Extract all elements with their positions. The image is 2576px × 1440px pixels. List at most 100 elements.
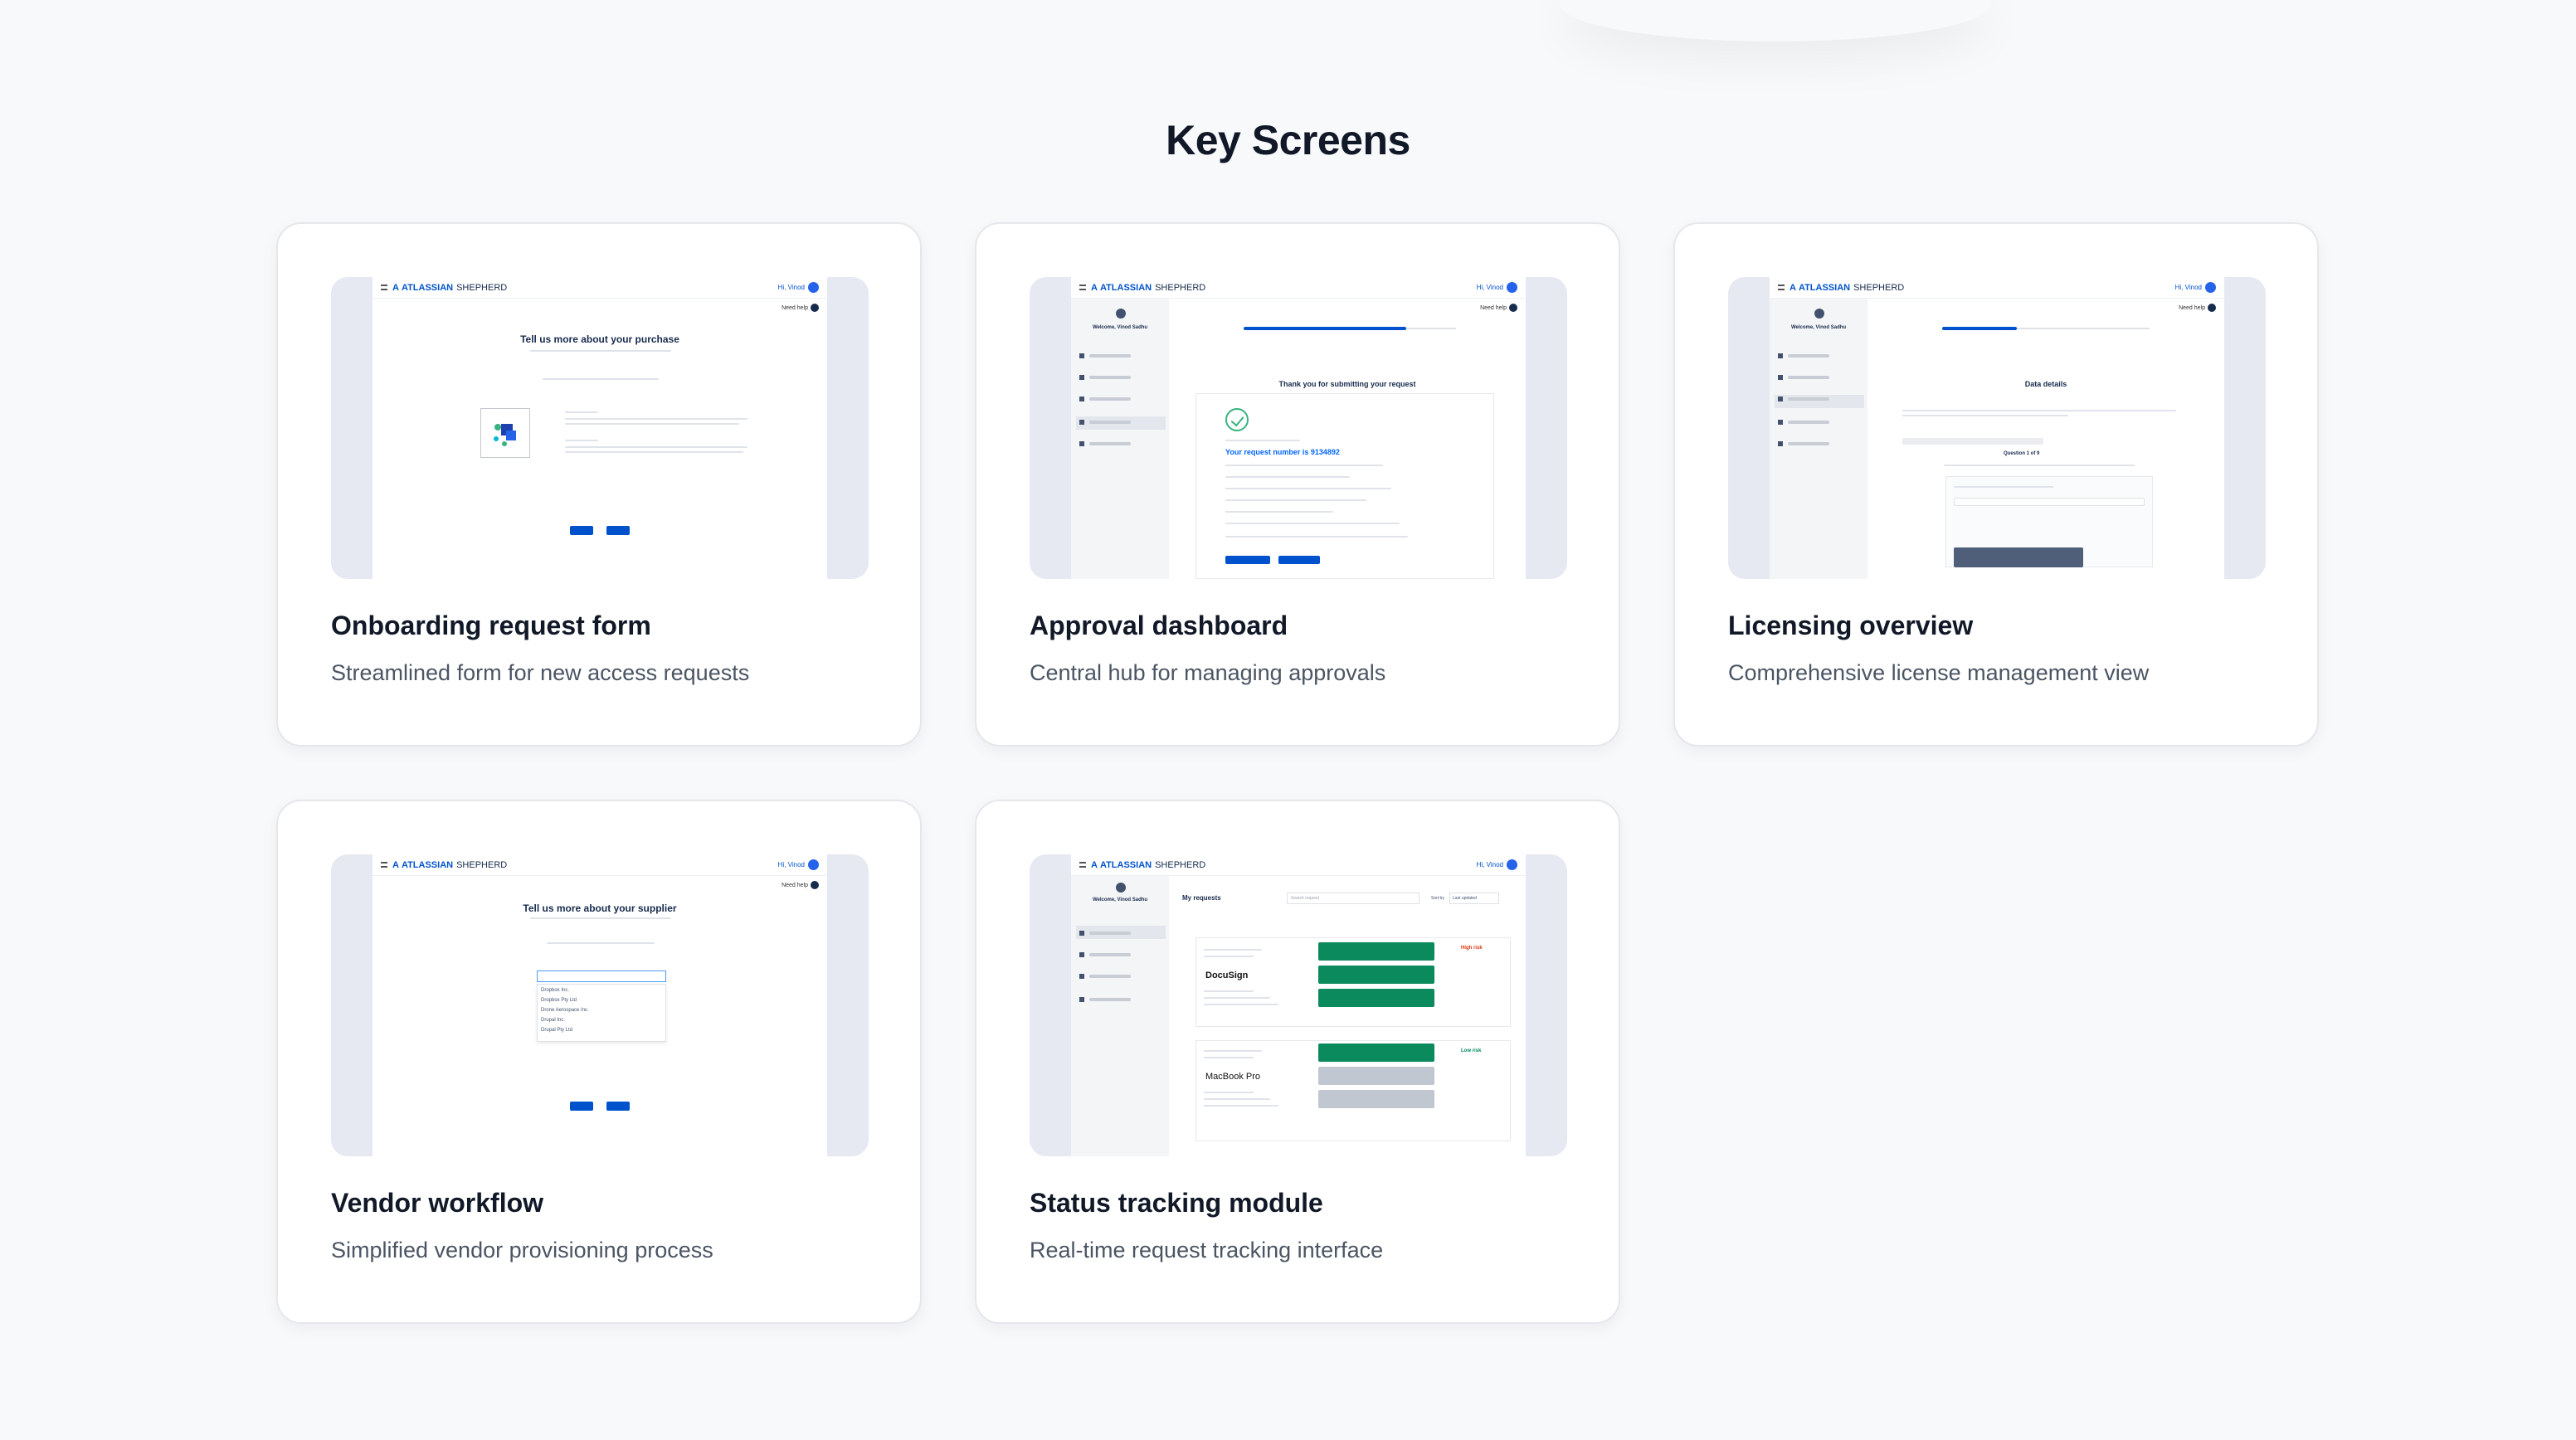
screen-heading: Tell us more about your supplier bbox=[523, 902, 677, 914]
go-to-dashboard-button bbox=[1225, 556, 1270, 564]
sidebar-item bbox=[1089, 376, 1131, 379]
greeting-label: Hi, Vinod bbox=[777, 861, 805, 868]
dropdown-option: Dropbox Inc. bbox=[541, 988, 570, 993]
card-onboarding-request-form[interactable]: A ATLASSIAN SHEPHERD Hi, Vinod Need help… bbox=[276, 222, 922, 747]
card-title: Onboarding request form bbox=[331, 611, 651, 640]
next-button bbox=[606, 526, 630, 535]
brand-label: ATLASSIAN bbox=[401, 282, 454, 293]
status-step-complete bbox=[1318, 942, 1434, 961]
mini-topbar: A ATLASSIAN SHEPHERD Hi, Vinod bbox=[1071, 277, 1526, 299]
screen-heading: Tell us more about your purchase bbox=[520, 333, 679, 345]
screenshot-thumbnail[interactable]: A ATLASSIAN SHEPHERD Hi, Vinod Welcome, … bbox=[1030, 277, 1567, 579]
progress-bar bbox=[1942, 327, 2017, 330]
greeting-label: Hi, Vinod bbox=[2174, 284, 2202, 291]
option-desc-line bbox=[565, 423, 739, 425]
sidebar-icon bbox=[1079, 441, 1084, 446]
help-link: Need help bbox=[782, 881, 819, 889]
section-title: Key Screens bbox=[1166, 117, 1410, 163]
status-step-pending bbox=[1318, 1067, 1434, 1085]
card-licensing-overview[interactable]: A ATLASSIAN SHEPHERD Hi, Vinod Welcome, … bbox=[1673, 222, 2319, 747]
text-line bbox=[1225, 511, 1333, 513]
sidebar-item bbox=[1788, 397, 1829, 401]
progress-bar bbox=[1244, 327, 1406, 330]
option-desc-line bbox=[565, 451, 743, 453]
subtitle-line bbox=[530, 350, 671, 352]
mini-screen: A ATLASSIAN SHEPHERD Hi, Vinod Need help… bbox=[373, 854, 827, 1156]
menu-icon bbox=[381, 862, 387, 868]
question-line bbox=[547, 942, 655, 944]
card-title: Status tracking module bbox=[1030, 1188, 1323, 1218]
macbook-logo: MacBook Pro bbox=[1205, 1072, 1261, 1082]
page-title: My requests bbox=[1182, 894, 1221, 902]
dropdown-option: Dropbox Pty Ltd bbox=[541, 998, 577, 1003]
sidebar-icon bbox=[1778, 353, 1783, 358]
sidebar-item bbox=[1089, 397, 1131, 401]
text-line bbox=[1204, 990, 1254, 992]
help-label: Need help bbox=[2179, 304, 2205, 311]
sidebar-item bbox=[1788, 376, 1829, 379]
user-avatar-icon bbox=[1116, 883, 1126, 893]
mini-sidebar bbox=[1071, 876, 1169, 1156]
card-status-tracking-module[interactable]: A ATLASSIAN SHEPHERD Hi, Vinod Welcome, … bbox=[975, 800, 1620, 1324]
sidebar-item bbox=[1089, 932, 1131, 935]
mini-topbar: A ATLASSIAN SHEPHERD Hi, Vinod bbox=[1770, 277, 2224, 299]
screenshot-thumbnail[interactable]: A ATLASSIAN SHEPHERD Hi, Vinod Need help… bbox=[331, 277, 869, 579]
help-icon bbox=[2208, 304, 2216, 312]
question-line bbox=[543, 378, 659, 380]
success-check-icon bbox=[1225, 408, 1249, 431]
sidebar-item bbox=[1089, 442, 1131, 445]
brand-product-label: SHEPHERD bbox=[1155, 859, 1206, 870]
search-placeholder: Search request bbox=[1291, 896, 1319, 901]
help-label: Need help bbox=[1480, 304, 1507, 311]
sidebar-icon bbox=[1079, 420, 1084, 425]
welcome-label: Welcome, Vinod Sadhu bbox=[1092, 325, 1148, 330]
sidebar-icon bbox=[1079, 353, 1084, 358]
supplier-dropdown: Dropbox Inc. Dropbox Pty Ltd Drone Aeros… bbox=[537, 984, 666, 1042]
help-icon bbox=[1509, 304, 1517, 312]
text-line bbox=[1204, 1057, 1254, 1058]
card-vendor-workflow[interactable]: A ATLASSIAN SHEPHERD Hi, Vinod Need help… bbox=[276, 800, 922, 1324]
mini-screen: A ATLASSIAN SHEPHERD Hi, Vinod Need help… bbox=[373, 277, 827, 579]
sidebar-icon bbox=[1079, 952, 1084, 957]
screenshot-thumbnail[interactable]: A ATLASSIAN SHEPHERD Hi, Vinod Welcome, … bbox=[1030, 854, 1567, 1156]
atlassian-logo-icon: A bbox=[392, 859, 399, 870]
sidebar-icon bbox=[1778, 441, 1783, 446]
status-step-complete bbox=[1318, 989, 1434, 1007]
help-label: Need help bbox=[782, 882, 808, 888]
subtitle-line bbox=[530, 917, 671, 919]
status-step-complete bbox=[1318, 966, 1434, 984]
sidebar-item bbox=[1089, 975, 1131, 978]
screenshot-thumbnail[interactable]: A ATLASSIAN SHEPHERD Hi, Vinod Need help… bbox=[331, 854, 869, 1156]
sort-select: Last updated bbox=[1449, 893, 1499, 904]
text-line bbox=[1902, 415, 2068, 416]
text-line bbox=[1954, 486, 2053, 488]
mini-topbar: A ATLASSIAN SHEPHERD Hi, Vinod bbox=[373, 277, 827, 299]
mini-sidebar bbox=[1071, 299, 1169, 579]
atlassian-logo-icon: A bbox=[392, 282, 399, 293]
software-illustration-icon bbox=[480, 408, 530, 458]
card-description: Comprehensive license management view bbox=[1728, 660, 2150, 685]
card-title: Approval dashboard bbox=[1030, 611, 1288, 640]
text-line bbox=[1225, 523, 1400, 524]
text-line bbox=[1204, 1004, 1278, 1005]
option-title-line bbox=[565, 440, 598, 441]
help-icon bbox=[811, 881, 819, 889]
screenshot-thumbnail[interactable]: A ATLASSIAN SHEPHERD Hi, Vinod Welcome, … bbox=[1728, 277, 2266, 579]
question-counter: Question 1 of 9 bbox=[2004, 451, 2040, 456]
sidebar-icon bbox=[1079, 974, 1084, 979]
option-desc-line bbox=[565, 418, 747, 420]
brand-product-label: SHEPHERD bbox=[1155, 282, 1206, 293]
sidebar-icon bbox=[1079, 396, 1084, 401]
card-title: Licensing overview bbox=[1728, 611, 1974, 640]
card-approval-dashboard[interactable]: A ATLASSIAN SHEPHERD Hi, Vinod Welcome, … bbox=[975, 222, 1620, 747]
request-number: Your request number is 9134892 bbox=[1225, 448, 1340, 456]
brand-product-label: SHEPHERD bbox=[1853, 282, 1905, 293]
top-decorative-shadow bbox=[1560, 0, 1991, 41]
sidebar-icon bbox=[1778, 375, 1783, 380]
atlassian-logo-icon: A bbox=[1091, 282, 1098, 293]
progress-track bbox=[2017, 328, 2150, 329]
text-line bbox=[1204, 997, 1270, 999]
avatar-icon bbox=[1507, 859, 1517, 870]
help-link: Need help bbox=[1480, 304, 1517, 312]
text-line bbox=[1225, 488, 1391, 489]
